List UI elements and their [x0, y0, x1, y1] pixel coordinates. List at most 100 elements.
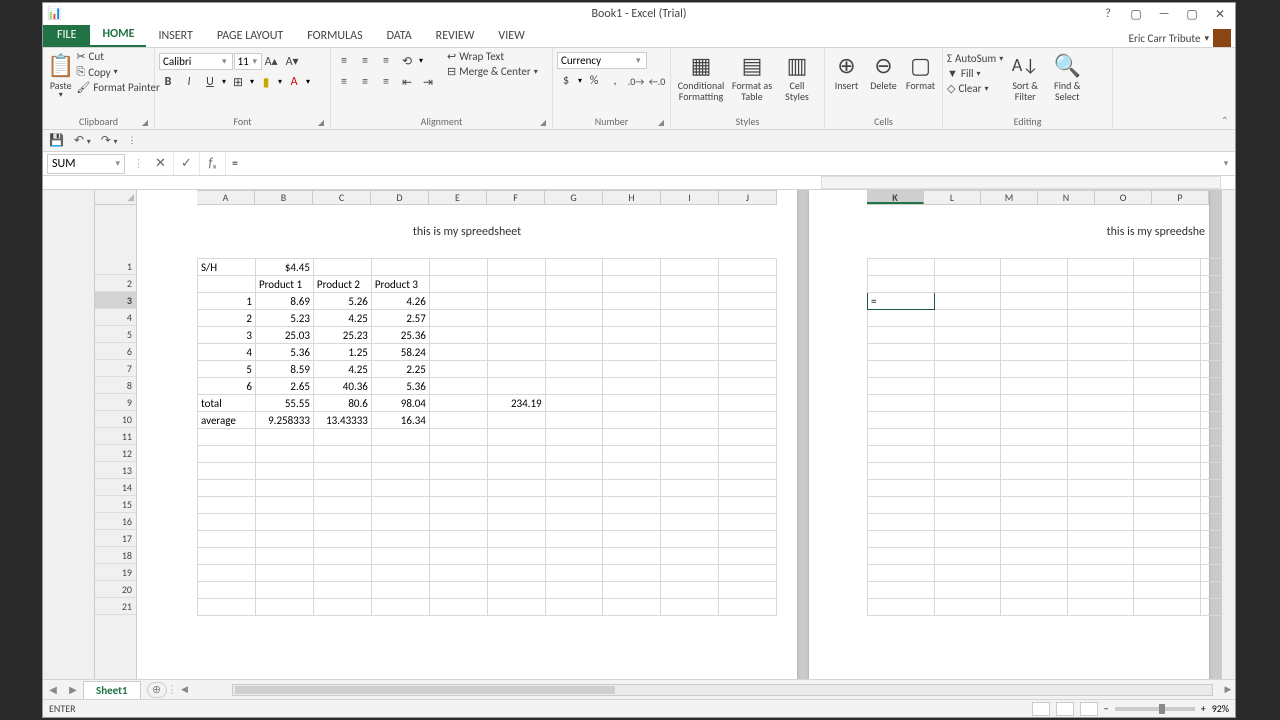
cell[interactable] [1001, 276, 1068, 293]
align-right-button[interactable]: ≡ [377, 73, 395, 91]
cell[interactable] [603, 497, 661, 514]
cell[interactable] [934, 361, 1001, 378]
cell[interactable] [1200, 497, 1221, 514]
cell[interactable] [868, 327, 935, 344]
cell[interactable] [1134, 446, 1201, 463]
row-header[interactable]: 13 [95, 462, 136, 479]
cell[interactable] [868, 446, 935, 463]
align-bottom-button[interactable]: ≡ [377, 52, 395, 70]
cell[interactable] [1200, 599, 1221, 616]
cell[interactable] [429, 259, 487, 276]
bold-button[interactable]: B [159, 73, 177, 91]
tab-data[interactable]: DATA [375, 25, 424, 47]
cell[interactable] [487, 582, 545, 599]
cell[interactable] [1001, 395, 1068, 412]
cell[interactable] [603, 293, 661, 310]
cell[interactable] [545, 259, 603, 276]
cell[interactable] [1001, 480, 1068, 497]
cell[interactable] [198, 599, 256, 616]
cell[interactable] [255, 531, 313, 548]
cell[interactable] [487, 531, 545, 548]
cell[interactable] [1200, 548, 1221, 565]
delete-cells-button[interactable]: ⊖Delete [866, 50, 901, 91]
cell[interactable]: 4.26 [371, 293, 429, 310]
number-dialog-launcher[interactable]: ◢ [658, 118, 664, 128]
conditional-formatting-button[interactable]: ▦Conditional Formatting [675, 50, 727, 102]
cell[interactable] [868, 344, 935, 361]
border-button[interactable]: ⊞ [229, 73, 247, 91]
normal-view-button[interactable] [1032, 702, 1050, 716]
tab-home[interactable]: HOME [90, 23, 146, 47]
cell[interactable]: 2.57 [371, 310, 429, 327]
cell[interactable] [371, 514, 429, 531]
cell[interactable] [545, 446, 603, 463]
add-sheet-button[interactable]: ⊕ [147, 682, 167, 698]
cell[interactable]: 6 [198, 378, 256, 395]
cell[interactable] [1067, 276, 1134, 293]
cell[interactable] [429, 599, 487, 616]
cell[interactable]: 80.6 [313, 395, 371, 412]
chevron-down-icon[interactable]: ▾ [222, 56, 227, 67]
cell[interactable] [868, 310, 935, 327]
cell[interactable] [1134, 361, 1201, 378]
cell[interactable] [198, 446, 256, 463]
cell[interactable]: 98.04 [371, 395, 429, 412]
cell[interactable] [371, 429, 429, 446]
cell[interactable] [934, 429, 1001, 446]
cell[interactable] [719, 582, 777, 599]
cell[interactable] [1134, 395, 1201, 412]
cell[interactable] [313, 497, 371, 514]
cell[interactable] [545, 310, 603, 327]
cell[interactable]: total [198, 395, 256, 412]
copy-button[interactable]: ⎘Copy ▾ [76, 65, 159, 79]
cell[interactable] [429, 344, 487, 361]
chevron-down-icon[interactable]: ▾ [419, 56, 423, 66]
cell[interactable] [603, 480, 661, 497]
cell[interactable] [487, 361, 545, 378]
cell[interactable] [255, 599, 313, 616]
cell[interactable] [719, 514, 777, 531]
cell[interactable]: 5.36 [255, 344, 313, 361]
cell[interactable] [545, 378, 603, 395]
cell[interactable] [719, 327, 777, 344]
row-header[interactable]: 12 [95, 445, 136, 462]
cell[interactable] [1001, 548, 1068, 565]
cell[interactable] [1067, 565, 1134, 582]
horizontal-scrollbar[interactable] [232, 684, 1214, 696]
cell[interactable] [1001, 446, 1068, 463]
column-header[interactable]: H [603, 191, 661, 204]
column-header[interactable]: L [924, 191, 981, 204]
cell[interactable] [1200, 429, 1221, 446]
cell[interactable] [429, 378, 487, 395]
cell[interactable] [545, 463, 603, 480]
font-size-select[interactable] [234, 53, 262, 70]
cell[interactable] [1200, 531, 1221, 548]
cell[interactable] [868, 378, 935, 395]
cell[interactable] [545, 327, 603, 344]
tab-insert[interactable]: INSERT [146, 25, 204, 47]
wrap-text-button[interactable]: ↩Wrap Text [447, 50, 538, 63]
cell[interactable]: average [198, 412, 256, 429]
cell[interactable] [1001, 310, 1068, 327]
column-header[interactable]: O [1095, 191, 1152, 204]
sheet-nav-prev[interactable]: ◀ [43, 683, 63, 696]
cell[interactable] [1001, 582, 1068, 599]
cell[interactable] [934, 378, 1001, 395]
cell[interactable] [661, 327, 719, 344]
close-icon[interactable]: ✕ [1211, 6, 1229, 22]
chevron-down-icon[interactable]: ▾ [253, 56, 258, 67]
hscroll-left-button[interactable]: ◀ [178, 684, 192, 695]
fill-color-button[interactable]: ▮ [257, 73, 275, 91]
tab-pagelayout[interactable]: PAGE LAYOUT [205, 25, 295, 47]
cell[interactable] [934, 531, 1001, 548]
align-center-button[interactable]: ≡ [356, 73, 374, 91]
cell[interactable] [1067, 514, 1134, 531]
cell[interactable] [1067, 599, 1134, 616]
cell[interactable] [1134, 378, 1201, 395]
currency-button[interactable]: $ [557, 72, 575, 90]
cell[interactable]: 1 [198, 293, 256, 310]
undo-button[interactable]: ↶ ▾ [74, 133, 91, 148]
cell[interactable]: 40.36 [313, 378, 371, 395]
cell[interactable] [934, 463, 1001, 480]
cell[interactable] [868, 361, 935, 378]
